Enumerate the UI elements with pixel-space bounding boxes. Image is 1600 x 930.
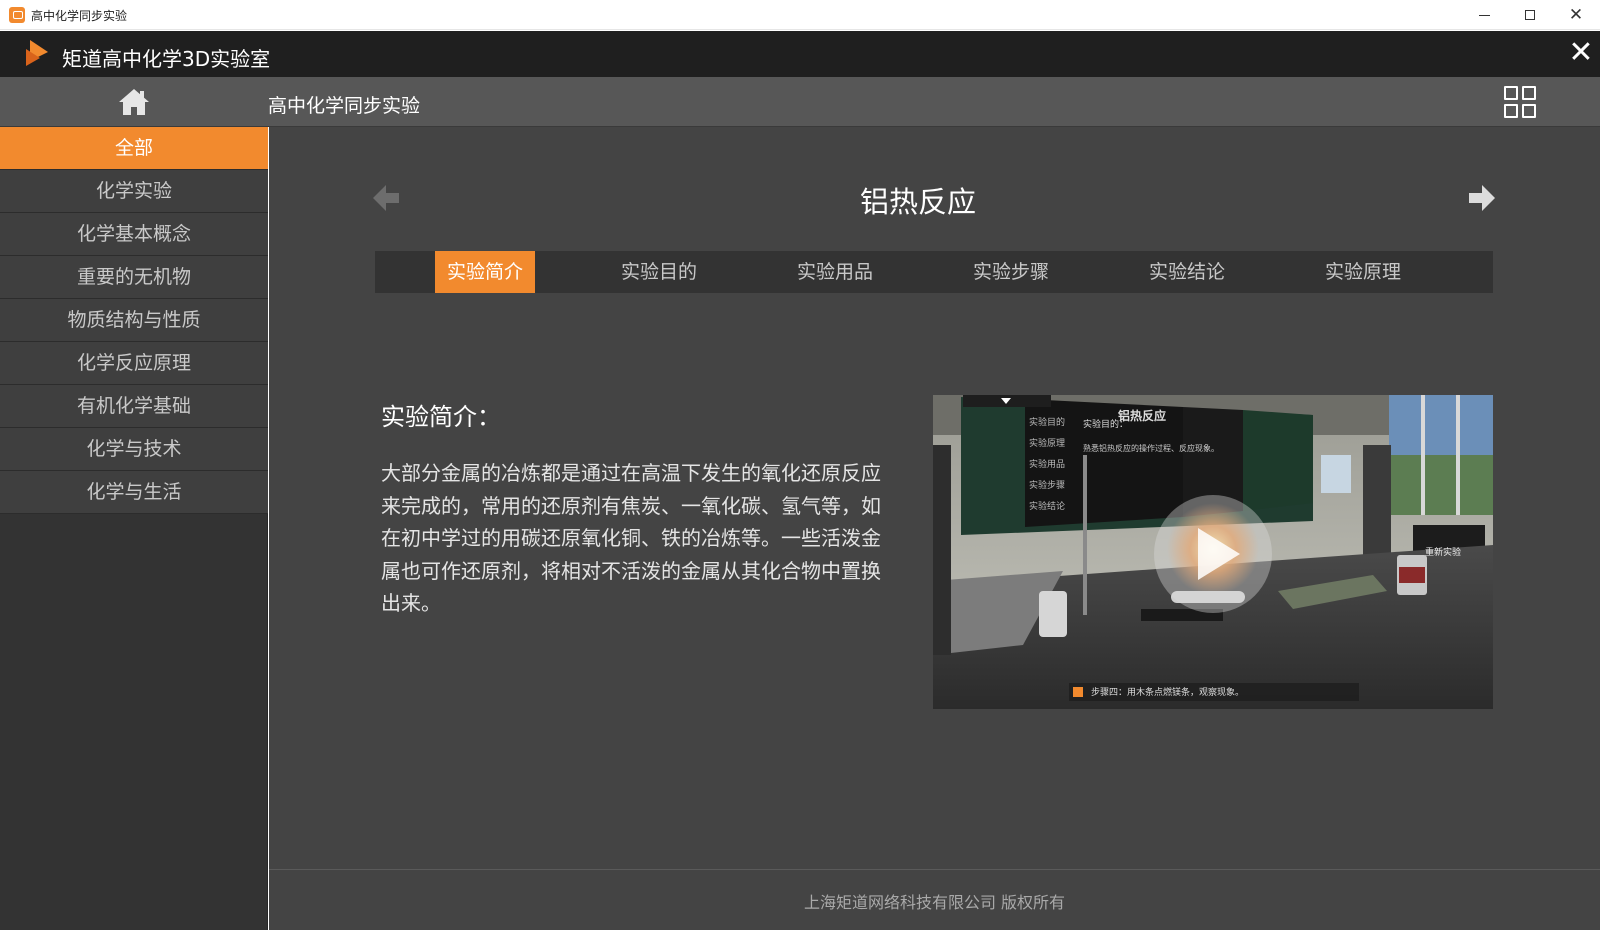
footer-divider [269,869,1600,870]
app-window-icon [9,7,25,23]
board-tab-item: 实验结论 [1029,502,1066,512]
board-tab-list: 实验目的 实验原理 实验用品 实验步骤 实验结论 [1029,413,1075,518]
board-body: 熟悉铝热反应的操作过程、反应现象。 [1083,444,1219,453]
sidebar-item-chem-life[interactable]: 化学与生活 [0,471,268,514]
sidebar-item-all[interactable]: 全部 [0,127,268,170]
experiment-video[interactable]: 铝热反应 实验目的 实验原理 实验用品 实验步骤 实验结论 实验目的： 熟悉铝热… [933,395,1493,709]
window-maximize-button[interactable] [1507,0,1553,30]
tab-steps[interactable]: 实验步骤 [961,251,1061,293]
sidebar-item-inorganics[interactable]: 重要的无机物 [0,256,268,299]
experiment-title: 铝热反应 [859,185,976,219]
sidebar-item-organic-basics[interactable]: 有机化学基础 [0,385,268,428]
sidebar-item-basic-concepts[interactable]: 化学基本概念 [0,213,268,256]
app-title: 矩道高中化学3D实验室 [62,47,271,71]
footer-copyright: 上海矩道网络科技有限公司 版权所有 [803,893,1066,912]
experiment-tabs: 实验简介 实验目的 实验用品 实验步骤 实验结论 实验原理 [375,251,1493,293]
category-sidebar: 全部 化学实验 化学基本概念 重要的无机物 物质结构与性质 化学反应原理 有机化… [0,127,268,930]
play-icon[interactable] [1154,495,1272,613]
window-titlebar: 高中化学同步实验 ✕ [0,0,1600,30]
restart-experiment-button: 重新实验 [1425,548,1462,558]
window-minimize-button[interactable] [1461,0,1507,30]
main-content: 铝热反应 实验简介 实验目的 实验用品 实验步骤 实验结论 实验原理 实验简介：… [269,127,1600,930]
sidebar-item-structure-properties[interactable]: 物质结构与性质 [0,299,268,342]
minimize-icon [1478,14,1490,16]
close-icon: ✕ [1568,35,1594,70]
board-tab-item: 实验用品 [1029,460,1066,470]
arrow-left-icon[interactable] [369,181,403,215]
board-heading: 实验目的： [1083,420,1129,430]
tab-materials[interactable]: 实验用品 [785,251,885,293]
window-close-button[interactable]: ✕ [1553,0,1599,30]
intro-text: 大部分金属的冶炼都是通过在高温下发生的氧化还原反应来完成的，常用的还原剂有焦炭、… [381,461,881,615]
grid-icon [1504,86,1518,100]
tab-purpose[interactable]: 实验目的 [609,251,709,293]
grid-view-button[interactable] [1504,85,1536,119]
tab-intro[interactable]: 实验简介 [435,251,535,293]
close-icon: ✕ [1568,4,1584,25]
arrow-right-icon[interactable] [1465,181,1499,215]
home-icon[interactable] [118,87,150,117]
sidebar-item-chemistry-experiments[interactable]: 化学实验 [0,170,268,213]
app-header: 矩道高中化学3D实验室 ✕ [0,31,1600,77]
tab-principle[interactable]: 实验原理 [1313,251,1413,293]
app-close-button[interactable]: ✕ [1566,38,1596,69]
section-title: 高中化学同步实验 [268,95,421,117]
sub-header: 高中化学同步实验 [0,77,1600,127]
logo-icon [26,40,48,66]
board-tab-item: 实验原理 [1029,439,1066,449]
step-caption: 步骤四：用木条点燃镁条，观察现象。 [1091,688,1245,698]
tab-conclusion[interactable]: 实验结论 [1137,251,1237,293]
window-title: 高中化学同步实验 [31,9,128,23]
sidebar-item-chem-technology[interactable]: 化学与技术 [0,428,268,471]
board-tab-item: 实验目的 [1029,418,1066,428]
sidebar-item-reaction-principles[interactable]: 化学反应原理 [0,342,268,385]
intro-heading: 实验简介： [381,403,501,431]
board-tab-item: 实验步骤 [1029,481,1066,491]
maximize-icon [1525,10,1535,20]
